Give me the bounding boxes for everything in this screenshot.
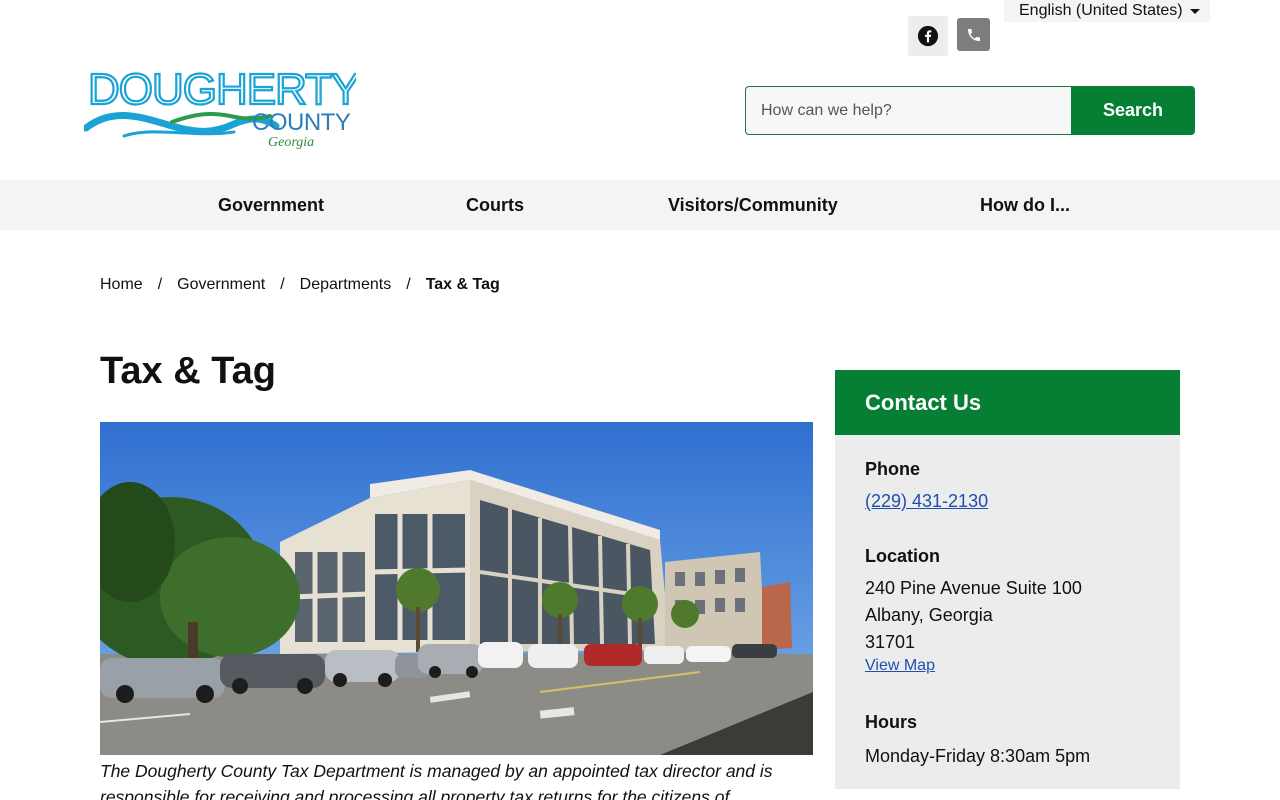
nav-item-how-do-i[interactable]: How do I... [980,180,1070,230]
hours-text: Monday-Friday 8:30am 5pm [865,746,1091,766]
address-zip: 31701 [865,632,916,652]
phone-link[interactable]: (229) 431-2130 [865,491,988,512]
chevron-down-icon [1190,9,1200,14]
breadcrumb: Home / Government / Departments / Tax & … [100,276,500,294]
logo-wave-thin [122,130,236,138]
contact-panel: Phone (229) 431-2130 Location 240 Pine A… [835,435,1180,789]
logo-graphic: DOUGHERTY COUNTY Georgia [82,64,362,150]
location-label: Location [865,546,940,566]
search-button[interactable]: Search [1071,86,1195,135]
phone-icon-glyph [967,28,980,41]
intro-line-1: The Dougherty County Tax Department is m… [100,761,773,781]
view-map-link[interactable]: View Map [865,657,935,675]
contact-heading: Contact Us [835,370,1180,435]
breadcrumb-departments[interactable]: Departments [300,276,392,294]
nav-item-courts[interactable]: Courts [466,180,524,230]
breadcrumb-separator: / [157,276,163,293]
nav-item-visitors-community[interactable]: Visitors/Community [668,180,838,230]
page-title: Tax & Tag [100,350,276,392]
facebook-icon[interactable] [908,16,948,56]
address-line-2: Albany, Georgia [865,605,993,625]
intro-line-2: responsible for receiving and processing… [100,787,730,800]
breadcrumb-home[interactable]: Home [100,276,143,294]
breadcrumb-government[interactable]: Government [177,276,265,294]
hours-label: Hours [865,712,918,732]
search-input[interactable] [745,86,1071,135]
breadcrumb-separator: / [280,276,285,293]
phone-label: Phone [865,459,921,479]
address-line-1: 240 Pine Avenue Suite 100 [865,578,1082,598]
breadcrumb-separator: / [406,276,411,293]
site-search: Search [745,86,1195,135]
language-label: English (United States) [1019,2,1183,19]
hero-building-photo [100,422,813,755]
phone-icon[interactable] [957,18,990,51]
breadcrumb-current: Tax & Tag [425,276,500,293]
facebook-icon-glyph [917,25,939,47]
main-nav: Government Courts Visitors/Community How… [0,180,1280,230]
logo-text-dougherty: DOUGHERTY [88,66,356,114]
county-logo[interactable]: DOUGHERTY COUNTY Georgia [82,64,362,152]
logo-text-county: COUNTY [252,109,351,136]
intro-paragraph: The Dougherty County Tax Department is m… [100,758,800,800]
nav-item-government[interactable]: Government [218,180,324,230]
language-select[interactable]: English (United States) [1004,0,1210,22]
logo-text-georgia: Georgia [268,135,314,150]
